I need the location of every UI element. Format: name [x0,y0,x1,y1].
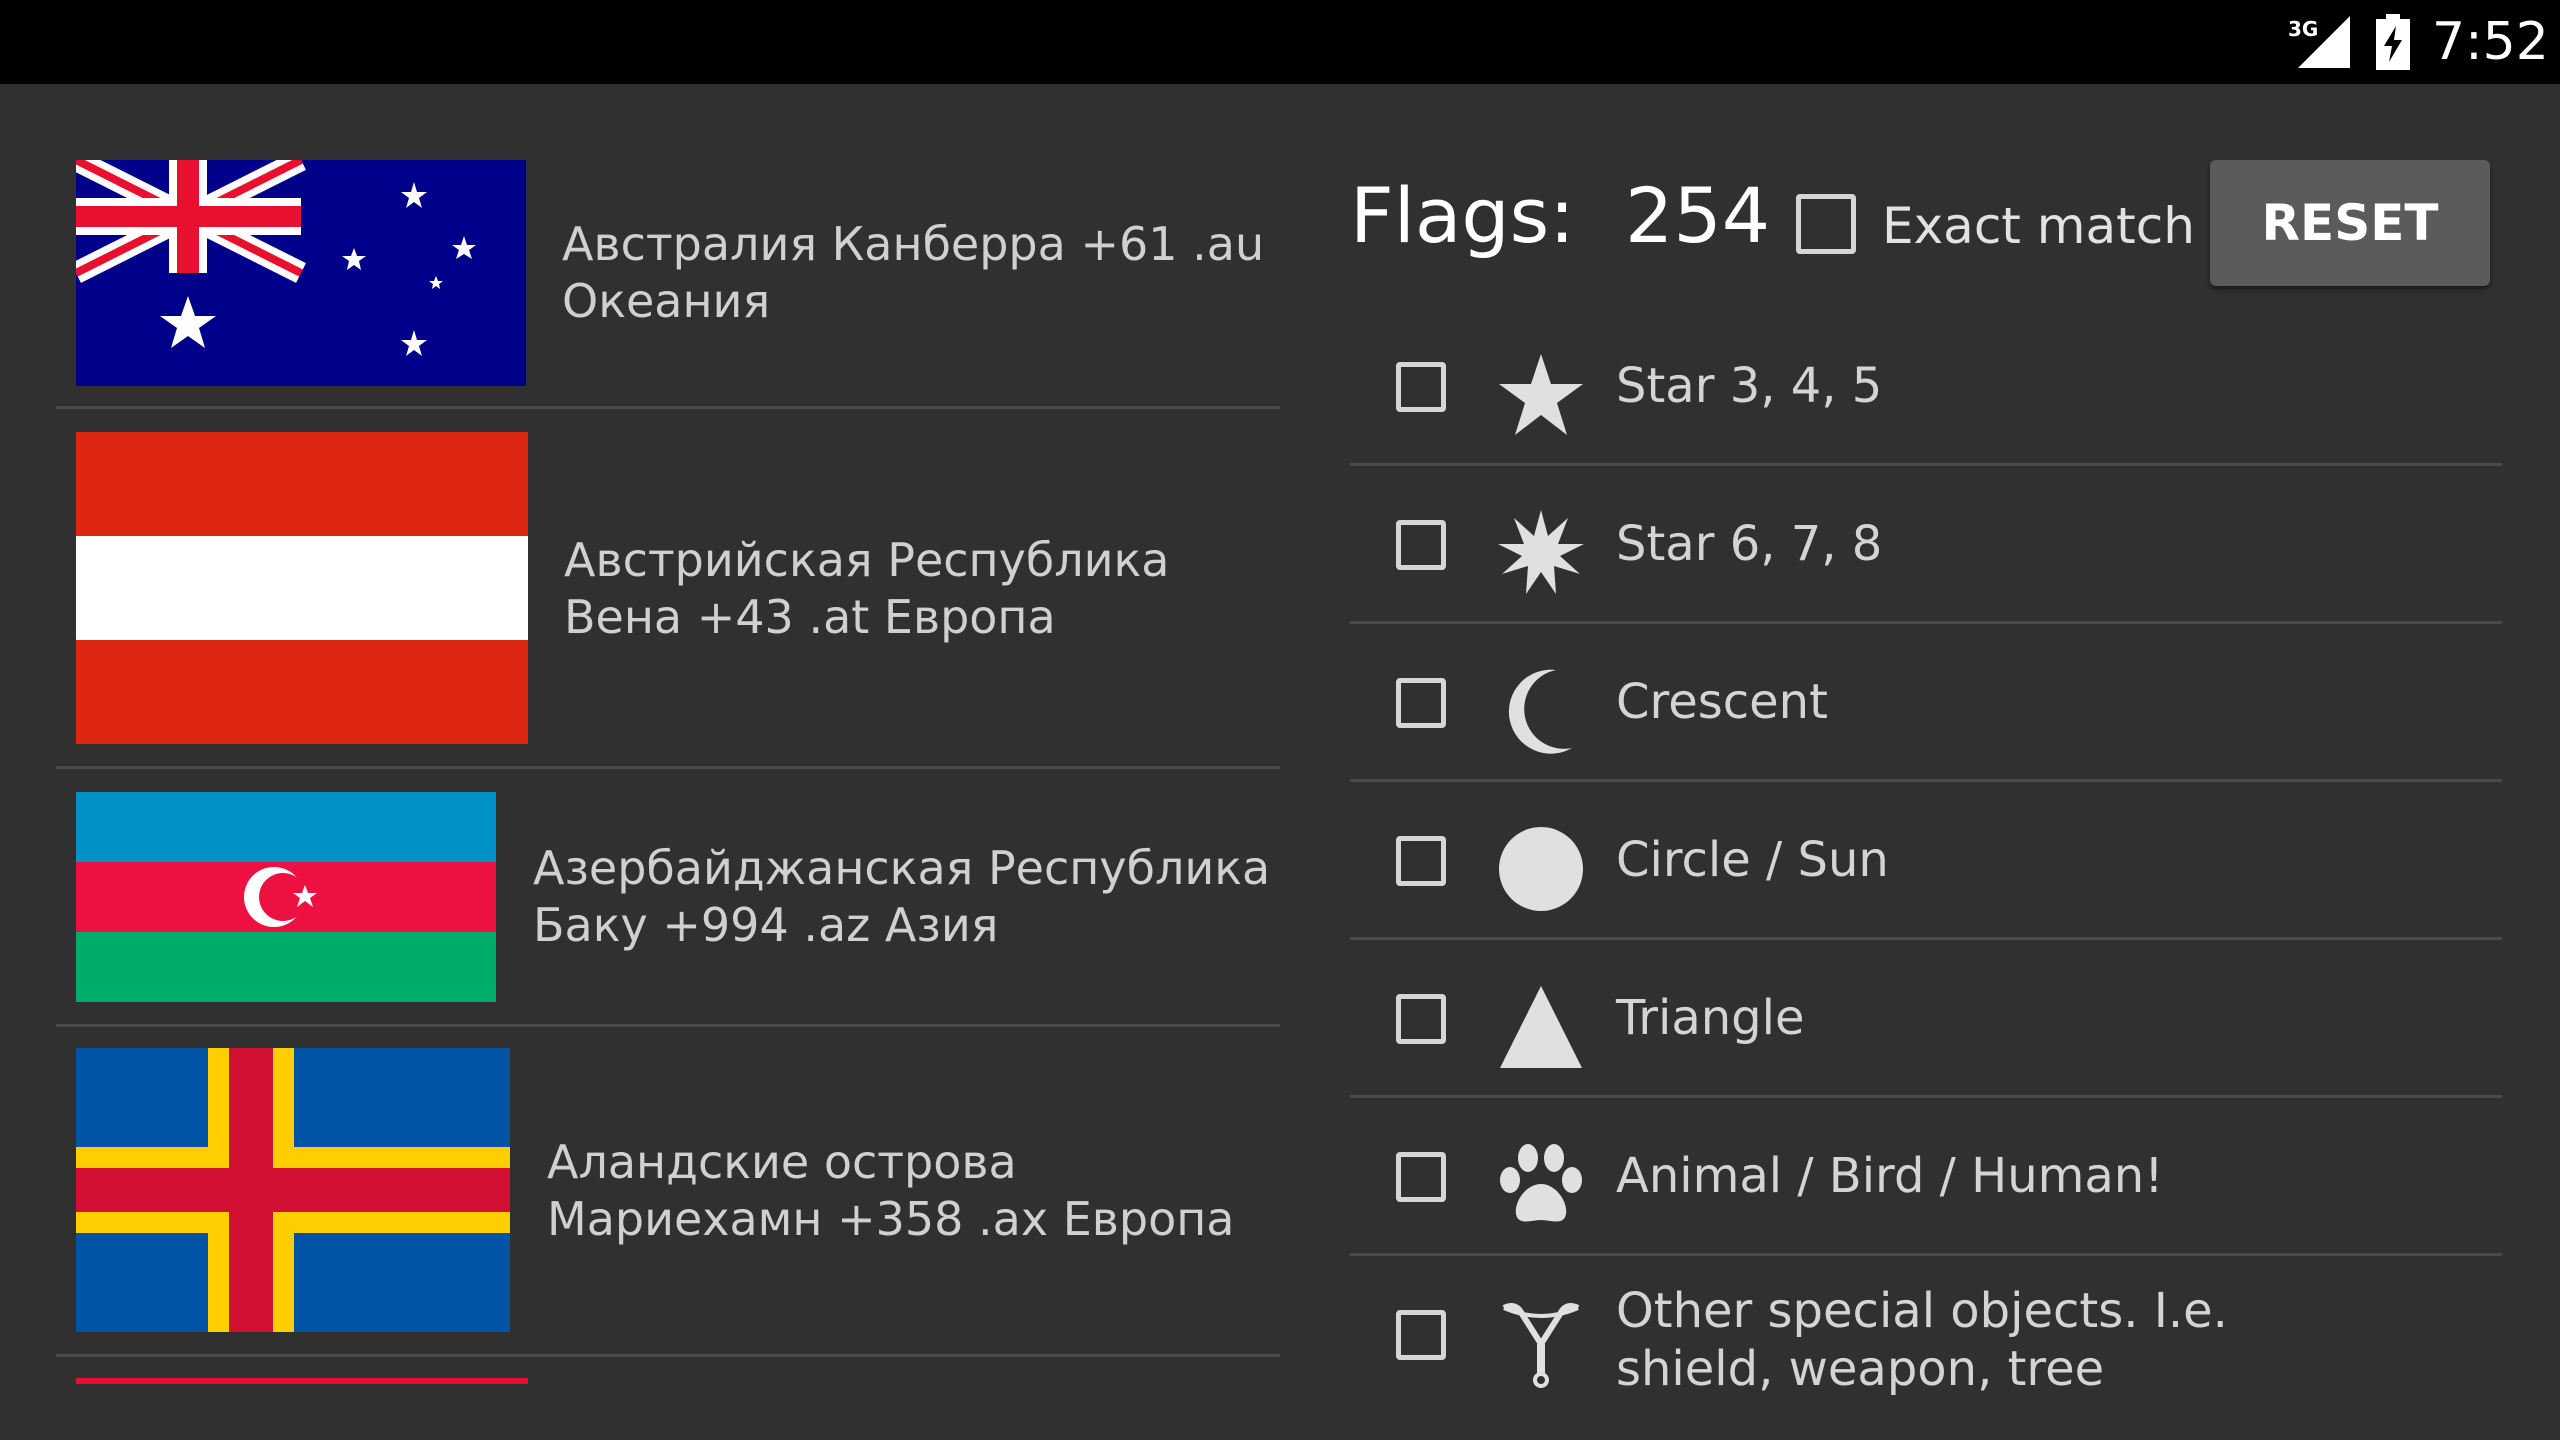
exact-match-label[interactable]: Exact match [1882,196,2195,256]
status-bar: 3G 7:52 [0,0,2560,84]
filter-label: Other special objects. I.e. shield, weap… [1616,1283,2228,1396]
country-region: Вена +43 .at Европа [564,590,1056,644]
country-name: Азербайджанская Республика [533,841,1271,895]
battery-charging-icon [2376,14,2410,70]
filter-checkbox[interactable] [1396,362,1446,412]
slingshot-icon [1496,1298,1586,1388]
country-region: Океания [562,274,771,328]
filter-label: Animal / Bird / Human! [1616,1148,2164,1204]
country-name: Аландские острова [547,1135,1017,1189]
list-item-austria[interactable]: Австрийская Республика Вена +43 .at Евро… [56,432,1280,744]
filter-animal-bird-human[interactable]: Animal / Bird / Human! [1350,1098,2502,1256]
exact-match-checkbox[interactable] [1796,194,1856,254]
country-list[interactable]: Австралия Канберра +61 .au Океания Австр… [56,136,1280,1384]
country-name: Австралия Канберра +61 .au [562,217,1265,271]
list-item-azerbaijan[interactable]: Азербайджанская Республика Баку +994 .az… [56,792,1280,1002]
filter-checkbox[interactable] [1396,1310,1446,1360]
list-item-australia[interactable]: Австралия Канберра +61 .au Океания [56,150,1280,386]
country-name: Австрийская Республика [564,533,1170,587]
filter-checkbox[interactable] [1396,994,1446,1044]
filter-checkbox[interactable] [1396,1152,1446,1202]
next-flag-partial [76,1378,528,1384]
azerbaijan-flag [76,792,496,1002]
divider [56,1024,1280,1027]
filter-checkbox[interactable] [1396,520,1446,570]
svg-text:3G: 3G [2288,17,2318,41]
crescent-icon [1496,666,1586,756]
star-8-icon [1496,508,1586,598]
triangle-icon [1496,982,1586,1072]
signal-3g-icon: 3G [2288,16,2350,68]
austria-flag [76,432,528,744]
clock: 7:52 [2432,12,2549,72]
filter-label: Star 3, 4, 5 [1616,358,1883,414]
divider [56,406,1280,409]
paw-icon [1496,1140,1586,1230]
country-region: Мариехамн +358 .ax Европа [547,1192,1235,1246]
filter-star-6-7-8[interactable]: Star 6, 7, 8 [1350,466,2502,624]
filter-circle-sun[interactable]: Circle / Sun [1350,782,2502,940]
flags-count: 254 [1625,171,1771,260]
flags-count-title: Flags: 254 [1350,168,1770,264]
filter-checkbox[interactable] [1396,678,1446,728]
reset-button[interactable]: RESET [2210,160,2490,286]
australia-flag [71,150,526,386]
divider [56,1354,1280,1357]
filter-checkbox[interactable] [1396,836,1446,886]
filter-label: Star 6, 7, 8 [1616,516,1883,572]
country-region: Баку +994 .az Азия [533,898,999,952]
divider [56,766,1280,769]
filter-label: Triangle [1616,990,1805,1046]
star-5-icon [1496,350,1586,440]
circle-icon [1496,824,1586,914]
aland-flag [76,1048,510,1332]
filter-label: Circle / Sun [1616,832,1889,888]
filter-crescent[interactable]: Crescent [1350,624,2502,782]
flags-label: Flags: [1350,171,1575,260]
filter-triangle[interactable]: Triangle [1350,940,2502,1098]
list-item-aland[interactable]: Аландские острова Мариехамн +358 .ax Евр… [56,1048,1280,1332]
filter-special-objects[interactable]: Other special objects. I.e. shield, weap… [1350,1256,2502,1396]
filter-star-3-4-5[interactable]: Star 3, 4, 5 [1350,308,2502,466]
filter-label: Crescent [1616,674,1828,730]
